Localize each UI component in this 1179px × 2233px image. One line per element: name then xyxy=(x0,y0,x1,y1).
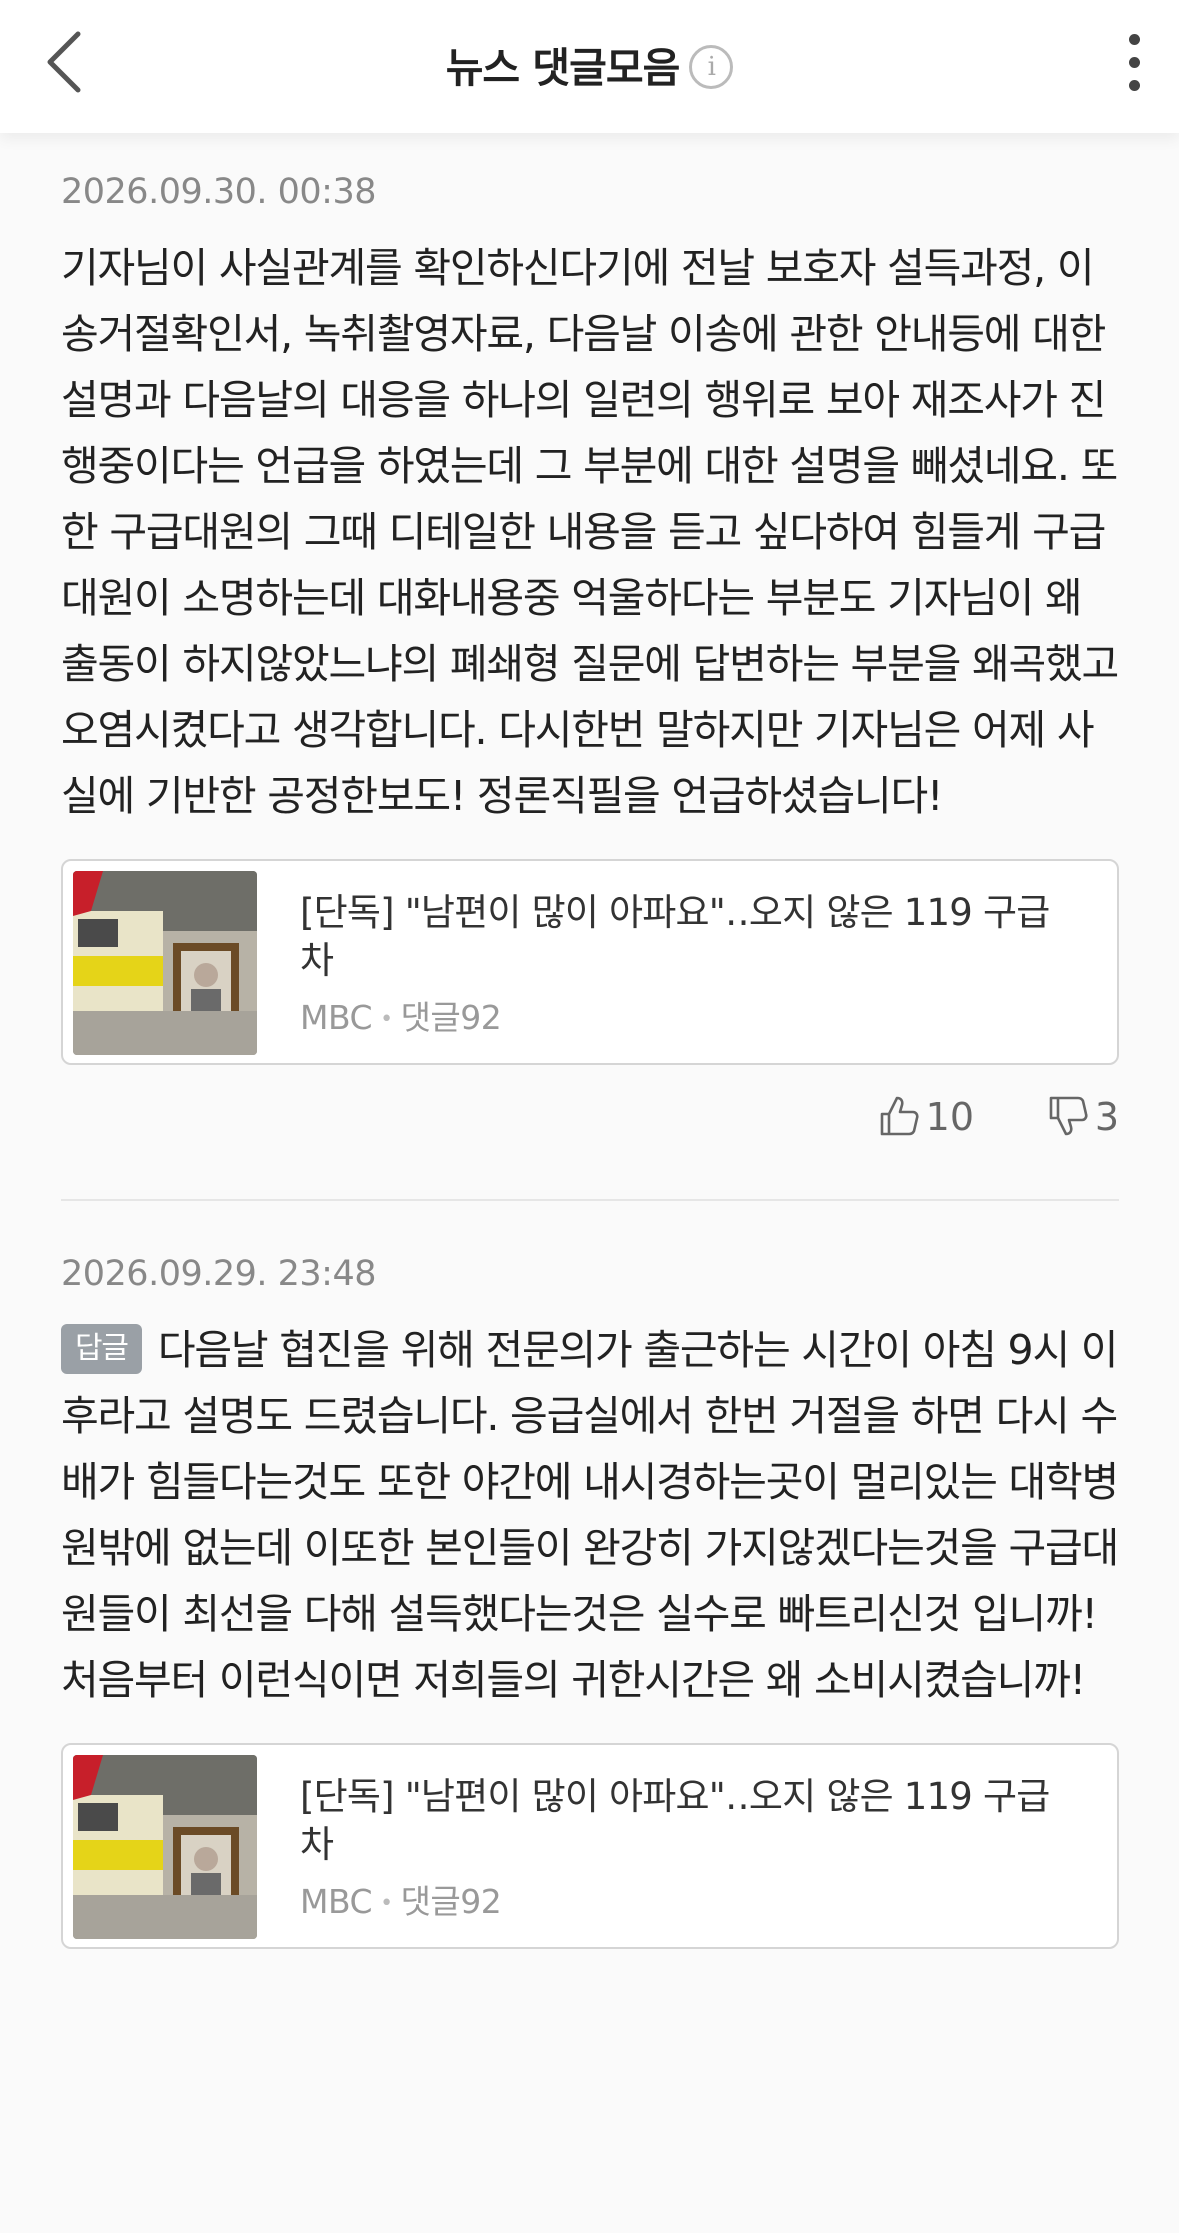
thumbs-up-icon xyxy=(880,1096,919,1135)
meta-separator: • xyxy=(380,1891,393,1916)
comment-text: 다음날 협진을 위해 전문의가 출근하는 시간이 아침 9시 이후라고 설명도 … xyxy=(61,1326,1119,1704)
like-count: 10 xyxy=(925,1095,974,1139)
ellipsis-dot xyxy=(1129,80,1140,91)
info-circle-icon[interactable]: i xyxy=(689,45,734,89)
article-title: [단독] "남편이 많이 아파요"‥오지 않은 119 구급차 xyxy=(300,1775,1050,1866)
vertical-ellipsis-icon xyxy=(1129,34,1140,45)
article-comment-count: 댓글92 xyxy=(400,998,502,1037)
comment-text: 기자님이 사실관계를 확인하신다기에 전날 보호자 설득과정, 이송거절확인서,… xyxy=(61,244,1119,820)
comment-item: 2026.09.29. 23:48 답글 다음날 협진을 위해 전문의가 출근하는… xyxy=(61,1251,1119,1949)
meta-separator: • xyxy=(380,1007,393,1032)
reply-badge: 답글 xyxy=(61,1324,142,1374)
ambulance-photo-thumbnail xyxy=(73,871,257,1055)
article-meta: MBC • 댓글92 xyxy=(300,1875,502,1923)
article-title: [단독] "남편이 많이 아파요"‥오지 않은 119 구급차 xyxy=(300,891,1050,982)
comment-date: 2026.09.29. 23:48 xyxy=(61,1254,377,1294)
article-meta: MBC • 댓글92 xyxy=(300,991,502,1039)
top-app-bar: 뉴스 댓글모음 i xyxy=(0,0,1179,133)
ellipsis-dot xyxy=(1129,57,1140,68)
article-link-card[interactable]: [단독] "남편이 많이 아파요"‥오지 않은 119 구급차 MBC • 댓글92 xyxy=(61,1743,1119,1949)
page-title: 뉴스 댓글모음 xyxy=(445,44,681,92)
comment-item: 2026.09.30. 00:38 기자님이 사실관계를 확인하신다기에 전날 … xyxy=(61,169,1119,1201)
article-source: MBC xyxy=(300,1882,373,1921)
comment-date: 2026.09.30. 00:38 xyxy=(61,172,377,212)
like-button[interactable]: 10 xyxy=(878,1095,974,1142)
ambulance-photo-thumbnail xyxy=(73,1755,257,1939)
article-link-card[interactable]: [단독] "남편이 많이 아파요"‥오지 않은 119 구급차 MBC • 댓글92 xyxy=(61,859,1119,1065)
article-comment-count: 댓글92 xyxy=(400,1882,502,1921)
comment-divider xyxy=(61,1199,1119,1201)
more-options-button[interactable] xyxy=(1109,28,1159,98)
page-title-wrap: 뉴스 댓글모음 i xyxy=(0,34,1179,94)
article-source: MBC xyxy=(300,998,373,1037)
dislike-count: 3 xyxy=(1094,1095,1119,1139)
vote-row: 10 3 xyxy=(61,1065,1119,1185)
thumbs-down-icon xyxy=(1049,1096,1088,1135)
comment-text-wrap: 답글 다음날 협진을 위해 전문의가 출근하는 시간이 아침 9시 이후라고 설명… xyxy=(61,1317,1119,1713)
dislike-button[interactable]: 3 xyxy=(1047,1095,1119,1142)
comment-list: 2026.09.30. 00:38 기자님이 사실관계를 확인하신다기에 전날 … xyxy=(61,133,1119,1949)
